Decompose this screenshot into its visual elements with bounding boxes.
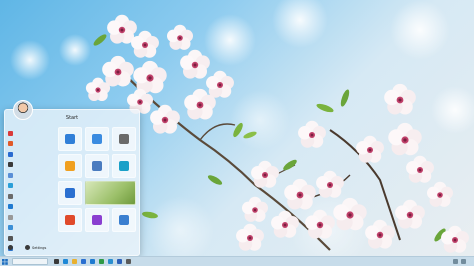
app-list-item[interactable] bbox=[8, 223, 54, 234]
chrome-icon bbox=[99, 259, 104, 264]
volume-icon[interactable] bbox=[461, 259, 466, 264]
start-tile[interactable] bbox=[112, 127, 136, 151]
app-icon bbox=[8, 172, 13, 178]
app-list-item[interactable] bbox=[8, 181, 54, 192]
chrome-taskbar-button[interactable] bbox=[97, 257, 106, 266]
app-list-item[interactable] bbox=[8, 233, 54, 244]
settings-taskbar-button[interactable] bbox=[124, 257, 133, 266]
gear-icon bbox=[25, 245, 30, 250]
pinned-apps bbox=[52, 257, 133, 266]
photos-icon bbox=[108, 259, 113, 264]
word-icon bbox=[117, 259, 122, 264]
tile-icon bbox=[119, 134, 129, 144]
store-icon bbox=[81, 259, 86, 264]
app-list-item[interactable] bbox=[8, 191, 54, 202]
app-icon bbox=[8, 151, 13, 157]
app-list-item[interactable] bbox=[8, 170, 54, 181]
search-box[interactable] bbox=[12, 258, 48, 265]
start-bottom-bar: Settings bbox=[8, 243, 136, 252]
app-list-item[interactable] bbox=[8, 160, 54, 171]
tile-icon bbox=[65, 134, 75, 144]
start-tile[interactable] bbox=[58, 181, 82, 205]
app-list-item[interactable] bbox=[8, 139, 54, 150]
windows-logo-icon bbox=[2, 258, 8, 265]
start-tile[interactable] bbox=[85, 181, 136, 205]
tile-icon bbox=[65, 188, 75, 198]
start-tile[interactable] bbox=[112, 208, 136, 232]
start-tile[interactable] bbox=[85, 127, 109, 151]
app-list-item[interactable] bbox=[8, 128, 54, 139]
app-list-item[interactable] bbox=[8, 149, 54, 160]
file-explorer-taskbar-button[interactable] bbox=[70, 257, 79, 266]
app-icon bbox=[8, 225, 13, 231]
settings-button[interactable]: Settings bbox=[25, 245, 46, 250]
mail-taskbar-button[interactable] bbox=[88, 257, 97, 266]
tile-icon bbox=[92, 215, 102, 225]
start-tile[interactable] bbox=[58, 127, 82, 151]
app-icon bbox=[8, 183, 13, 189]
app-icon bbox=[8, 141, 13, 147]
tile-icon bbox=[92, 134, 102, 144]
start-tile[interactable] bbox=[85, 208, 109, 232]
start-tile[interactable] bbox=[58, 154, 82, 178]
tile-icon bbox=[92, 161, 102, 171]
power-icon bbox=[8, 245, 13, 250]
system-tray bbox=[450, 259, 474, 264]
app-list-item[interactable] bbox=[8, 212, 54, 223]
start-tile[interactable] bbox=[112, 154, 136, 178]
tile-icon bbox=[119, 215, 129, 225]
task-view-icon bbox=[54, 259, 59, 264]
app-icon bbox=[8, 130, 13, 136]
start-button[interactable] bbox=[0, 257, 10, 266]
settings-icon bbox=[126, 259, 131, 264]
store-taskbar-button[interactable] bbox=[79, 257, 88, 266]
taskbar bbox=[0, 256, 474, 266]
task-view-taskbar-button[interactable] bbox=[52, 257, 61, 266]
tile-icon bbox=[65, 161, 75, 171]
file-explorer-icon bbox=[72, 259, 77, 264]
app-list bbox=[8, 128, 54, 254]
app-icon bbox=[8, 162, 13, 168]
app-icon bbox=[8, 235, 13, 241]
app-list-item[interactable] bbox=[8, 202, 54, 213]
tile-icon bbox=[65, 215, 75, 225]
app-icon bbox=[8, 193, 13, 199]
app-icon bbox=[8, 204, 13, 210]
word-taskbar-button[interactable] bbox=[115, 257, 124, 266]
start-tile[interactable] bbox=[85, 154, 109, 178]
mail-icon bbox=[90, 259, 95, 264]
start-menu-title: Start bbox=[65, 115, 79, 121]
tile-icon bbox=[119, 161, 129, 171]
edge-icon bbox=[63, 259, 68, 264]
network-icon[interactable] bbox=[453, 259, 458, 264]
settings-label: Settings bbox=[32, 245, 47, 250]
edge-taskbar-button[interactable] bbox=[61, 257, 70, 266]
power-button[interactable] bbox=[8, 245, 15, 250]
photos-taskbar-button[interactable] bbox=[106, 257, 115, 266]
app-icon bbox=[8, 214, 13, 220]
start-menu: Start Settings bbox=[4, 100, 140, 256]
start-tile[interactable] bbox=[58, 208, 82, 232]
